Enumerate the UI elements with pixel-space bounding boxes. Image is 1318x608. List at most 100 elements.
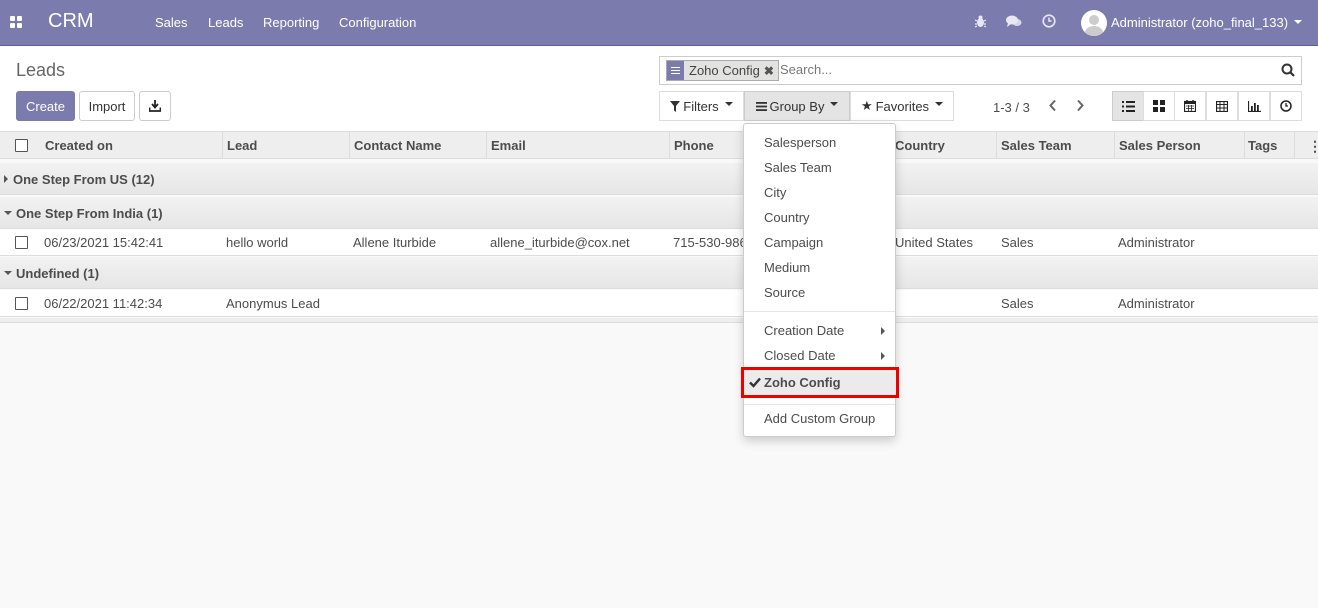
group-label: Undefined (1) bbox=[16, 266, 100, 281]
column-country[interactable]: Country bbox=[895, 138, 945, 153]
favorites-button[interactable]: ★ Favorites bbox=[850, 91, 954, 121]
group-collapsed-icon bbox=[4, 175, 8, 183]
favorites-label: Favorites bbox=[875, 98, 930, 114]
list-view-icon bbox=[1121, 100, 1135, 112]
search-input[interactable] bbox=[780, 62, 1270, 77]
optional-columns-icon[interactable]: ⋮ bbox=[1308, 138, 1318, 155]
pager-previous-icon[interactable] bbox=[1048, 99, 1058, 112]
import-button[interactable]: Import bbox=[79, 91, 135, 121]
cell-lead: Anonymus Lead bbox=[226, 296, 320, 311]
cell-created-on: 06/23/2021 15:42:41 bbox=[44, 235, 164, 250]
activity-clock-icon bbox=[1280, 100, 1292, 112]
groupby-option-country[interactable]: Country bbox=[764, 210, 810, 225]
groupby-option-city[interactable]: City bbox=[764, 185, 786, 200]
control-panel: Leads Create Import Zoho Config ✖ Filter… bbox=[0, 46, 1318, 132]
groupby-option-medium[interactable]: Medium bbox=[764, 260, 810, 275]
cell-country: United States bbox=[895, 235, 974, 250]
cell-email: allene_iturbide@cox.net bbox=[490, 235, 630, 250]
group-row[interactable]: One Step From US (12) bbox=[0, 163, 1318, 195]
submenu-arrow-icon bbox=[881, 327, 885, 335]
cell-phone: 715-530-9863 bbox=[673, 235, 754, 250]
star-icon: ★ bbox=[860, 98, 873, 113]
column-contact-name[interactable]: Contact Name bbox=[354, 138, 441, 153]
cell-created-on: 06/22/2021 11:42:34 bbox=[44, 296, 163, 311]
pivot-view-button[interactable] bbox=[1206, 91, 1238, 121]
create-button[interactable]: Create bbox=[16, 91, 75, 121]
search-icon[interactable] bbox=[1281, 63, 1295, 77]
clock-icon[interactable] bbox=[1042, 14, 1056, 28]
group-row[interactable]: Undefined (1) bbox=[0, 257, 1318, 289]
chat-icon[interactable] bbox=[1006, 15, 1022, 28]
search-facet-groupby[interactable]: Zoho Config ✖ bbox=[666, 60, 779, 81]
column-lead[interactable]: Lead bbox=[227, 138, 257, 153]
group-row[interactable]: One Step From India (1) bbox=[0, 197, 1318, 229]
filters-label: Filters bbox=[683, 98, 719, 114]
menu-leads[interactable]: Leads bbox=[208, 15, 243, 30]
filters-button[interactable]: Filters bbox=[659, 91, 744, 121]
calendar-view-button[interactable] bbox=[1174, 91, 1206, 121]
row-checkbox[interactable] bbox=[15, 236, 28, 249]
remove-facet-icon[interactable]: ✖ bbox=[764, 64, 778, 78]
list-bars-icon bbox=[755, 101, 767, 111]
kanban-view-icon bbox=[1153, 100, 1165, 112]
calendar-view-icon bbox=[1184, 100, 1196, 112]
breadcrumb-title: Leads bbox=[16, 60, 66, 80]
pivot-view-icon bbox=[1216, 100, 1228, 112]
group-expanded-icon bbox=[4, 271, 12, 275]
menu-sales[interactable]: Sales bbox=[155, 15, 188, 30]
checkmark-icon bbox=[749, 377, 761, 388]
graph-view-button[interactable] bbox=[1238, 91, 1270, 121]
user-menu-caret-icon[interactable] bbox=[1294, 20, 1302, 24]
list-footer bbox=[0, 318, 1318, 323]
user-menu-label[interactable]: Administrator (zoho_final_133) bbox=[1111, 15, 1288, 30]
cell-sales-person: Administrator bbox=[1118, 296, 1195, 311]
cell-sales-person: Administrator bbox=[1118, 235, 1195, 250]
groupby-option-zoho-config[interactable]: Zoho Config bbox=[741, 367, 899, 398]
column-phone[interactable]: Phone bbox=[674, 138, 714, 153]
row-checkbox[interactable] bbox=[15, 297, 28, 310]
pager-value[interactable]: 1-3 / 3 bbox=[993, 100, 1030, 115]
groupby-button[interactable]: Group By bbox=[744, 91, 850, 121]
top-navbar: CRM Sales Leads Reporting Configuration … bbox=[0, 0, 1318, 46]
select-all-checkbox[interactable] bbox=[15, 139, 28, 152]
app-brand[interactable]: CRM bbox=[48, 10, 94, 33]
cell-sales-team: Sales bbox=[1001, 235, 1034, 250]
group-label: One Step From India (1) bbox=[16, 206, 163, 221]
cell-contact: Allene Iturbide bbox=[353, 235, 437, 250]
groupby-option-creation-date[interactable]: Creation Date bbox=[764, 323, 844, 338]
user-avatar[interactable] bbox=[1081, 10, 1107, 36]
bug-icon[interactable] bbox=[974, 14, 987, 28]
groupby-label: Group By bbox=[769, 98, 825, 114]
apps-menu-icon[interactable] bbox=[10, 16, 23, 29]
group-expanded-icon bbox=[4, 211, 12, 215]
column-sales-person[interactable]: Sales Person bbox=[1119, 138, 1201, 153]
groupby-option-salesperson[interactable]: Salesperson bbox=[764, 135, 836, 150]
kanban-view-button[interactable] bbox=[1143, 91, 1175, 121]
group-label: One Step From US (12) bbox=[13, 172, 155, 187]
groupby-option-campaign[interactable]: Campaign bbox=[764, 235, 823, 250]
groupby-option-sales-team[interactable]: Sales Team bbox=[764, 160, 832, 175]
groupby-option-closed-date[interactable]: Closed Date bbox=[764, 348, 836, 363]
column-created-on[interactable]: Created on bbox=[45, 138, 113, 153]
column-sales-team[interactable]: Sales Team bbox=[1001, 138, 1072, 153]
pager-next-icon[interactable] bbox=[1075, 99, 1085, 112]
cell-lead: hello world bbox=[226, 235, 289, 250]
graph-view-icon bbox=[1247, 100, 1261, 112]
menu-configuration[interactable]: Configuration bbox=[339, 15, 416, 30]
column-tags[interactable]: Tags bbox=[1248, 138, 1277, 153]
filter-icon bbox=[670, 100, 681, 112]
groupby-selected-label: Zoho Config bbox=[764, 375, 841, 390]
menu-reporting[interactable]: Reporting bbox=[263, 15, 319, 30]
list-view-button[interactable] bbox=[1112, 91, 1144, 121]
table-row[interactable]: 06/22/2021 11:42:34 Anonymus Lead Sales … bbox=[0, 290, 1318, 317]
cell-sales-team: Sales bbox=[1001, 296, 1034, 311]
activity-view-button[interactable] bbox=[1270, 91, 1302, 121]
download-button[interactable] bbox=[139, 91, 171, 121]
groupby-option-source[interactable]: Source bbox=[764, 285, 805, 300]
search-bar[interactable]: Zoho Config ✖ bbox=[659, 56, 1302, 85]
facet-label: Zoho Config bbox=[689, 63, 760, 78]
column-email[interactable]: Email bbox=[491, 138, 526, 153]
table-row[interactable]: 06/23/2021 15:42:41 hello world Allene I… bbox=[0, 229, 1318, 256]
download-icon bbox=[149, 100, 161, 112]
add-custom-group-button[interactable]: Add Custom Group bbox=[764, 411, 875, 426]
